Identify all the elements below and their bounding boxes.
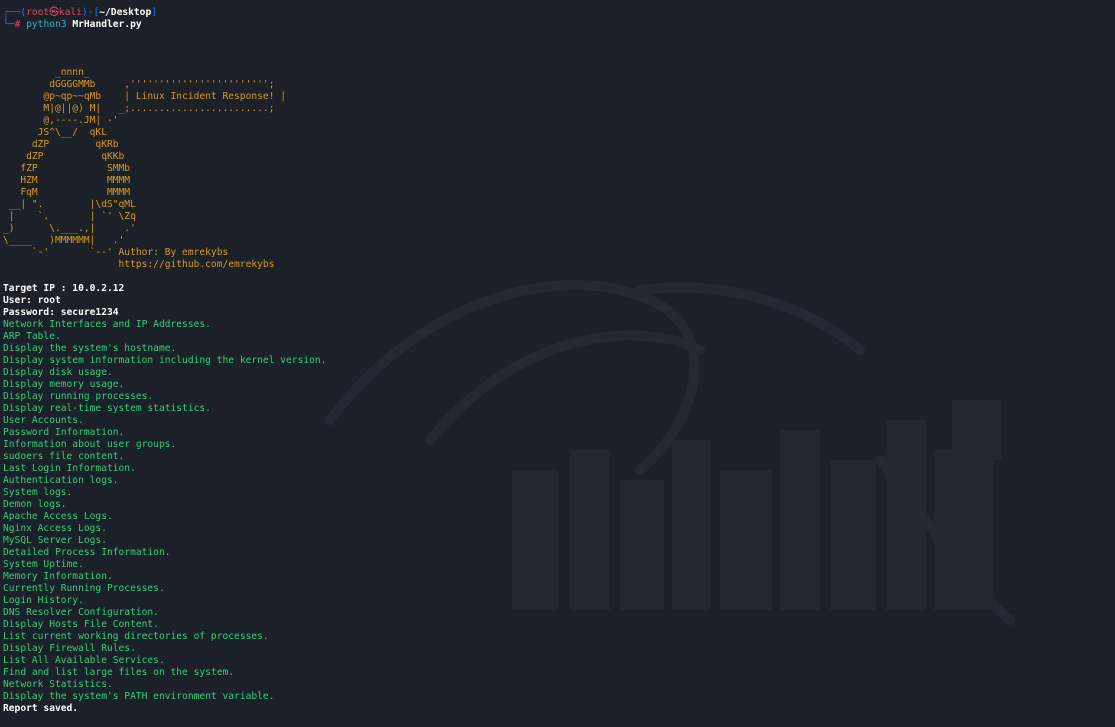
banner-line: HZM MMMM [3,175,131,186]
status-line: Report saved. [3,703,79,714]
banner-line: FqM MMMM [3,187,131,198]
banner-line: JS^\__/ qKL [3,127,107,138]
task-line: Network Statistics. [3,679,113,690]
prompt-command-line: └─# python3 MrHandler.py [3,19,142,30]
banner-line: \____ )MMMMMM| .' [3,235,125,246]
task-line: List All Available Services. [3,655,165,666]
banner-line: _) \.___.,| .' [3,223,136,234]
task-line: Find and list large files on the system. [3,667,235,678]
task-line: ARP Table. [3,331,61,342]
banner-line: https://github.com/emrekybs [3,259,275,270]
command-argument: MrHandler.py [72,19,142,30]
task-line: Display the system's PATH environment va… [3,691,275,702]
task-line: Demon logs. [3,499,67,510]
task-line: Information about user groups. [3,439,177,450]
task-line: MySQL Server Logs. [3,535,107,546]
task-line: Display system information including the… [3,355,327,366]
banner-line: dZP qKKb [3,151,125,162]
banner-line: dGGGGMMb ,''''''''''''''''''''''''; [3,79,275,90]
banner-line: `-' `--' Author: By emrekybs [3,247,229,258]
task-line: Memory Information. [3,571,113,582]
command-name: python3 [26,19,67,30]
target-password-line: Password: secure1234 [3,307,119,318]
banner-line: fZP SMMb [3,163,131,174]
task-line: Currently Running Processes. [3,583,165,594]
task-line: Display real-time system statistics. [3,403,211,414]
task-line: Apache Access Logs. [3,511,113,522]
banner-line: __| ". |\dS"qML [3,199,136,210]
task-line: System logs. [3,487,73,498]
task-line: Password Information. [3,427,125,438]
task-line: System Uptime. [3,559,84,570]
prompt-user-host: root㉿kali [26,7,82,18]
target-ip-line: Target IP : 10.0.2.12 [3,283,125,294]
prompt-path: ~/Desktop [99,7,152,18]
target-user-line: User: root [3,295,61,306]
task-line: Network Interfaces and IP Addresses. [3,319,211,330]
task-list: Network Interfaces and IP Addresses. ARP … [3,319,1115,703]
task-line: List current working directories of proc… [3,631,269,642]
task-line: Detailed Process Information. [3,547,171,558]
task-line: User Accounts. [3,415,84,426]
task-line: Login History. [3,595,84,606]
banner-line: _nnnn_ [3,67,90,78]
task-line: DNS Resolver Configuration. [3,607,159,618]
task-line: Last Login Information. [3,463,136,474]
banner-line: @,----.JM| -' [3,115,119,126]
terminal-output[interactable]: ┌──(root㉿kali)-[~/Desktop] └─# python3 M… [3,7,1115,727]
task-line: Display running processes. [3,391,154,402]
ascii-banner: _nnnn_ dGGGGMMb ,'''''''''''''''''''''''… [3,67,1115,271]
task-line: Nginx Access Logs. [3,523,107,534]
task-line: sudoers file content. [3,451,125,462]
banner-line: dZP qKRb [3,139,119,150]
banner-line: M|@||@) M| _;........................; [3,103,275,114]
task-line: Authentication logs. [3,475,119,486]
task-line: Display Hosts File Content. [3,619,159,630]
banner-line: | `. | `' \Zq [3,211,136,222]
task-line: Display Firewall Rules. [3,643,136,654]
task-line: Display memory usage. [3,379,125,390]
banner-line: @p~qp~~qMb | Linux Incident Response! | [3,91,287,102]
task-line: Display disk usage. [3,367,113,378]
task-line: Display the system's hostname. [3,343,177,354]
prompt-header: ┌──(root㉿kali)-[~/Desktop] [3,7,158,18]
